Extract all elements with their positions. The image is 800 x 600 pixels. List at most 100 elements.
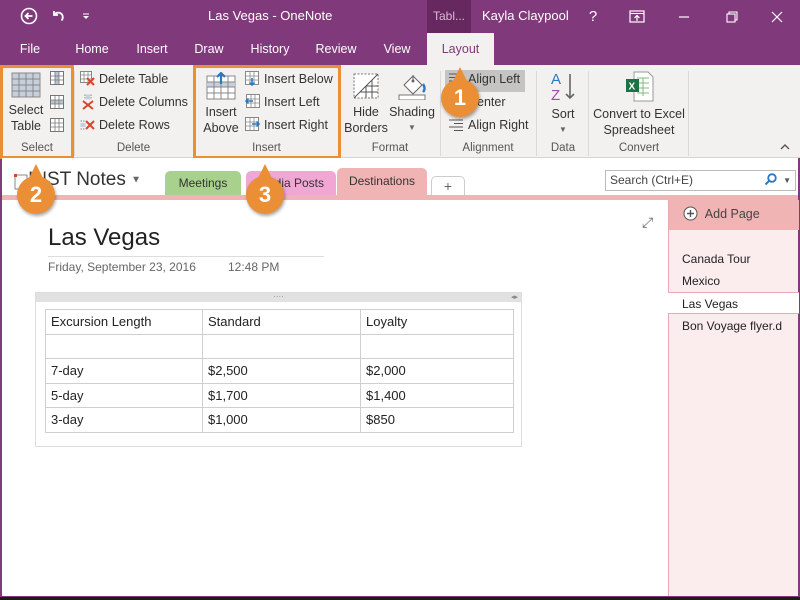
align-left-label: Align Left [468, 72, 521, 86]
table-resize-handle[interactable]: ◂▸ [511, 293, 518, 302]
insert-right-button[interactable]: Insert Right [245, 117, 328, 132]
insert-right-icon [245, 117, 260, 131]
table-cell[interactable]: $2,000 [360, 358, 514, 384]
table-cell[interactable]: $1,700 [202, 382, 361, 408]
delete-rows-button[interactable]: Delete Rows [80, 117, 170, 133]
table-container: ···· ◂▸ Excursion Length Standard Loyalt… [35, 292, 522, 447]
page-item-mexico[interactable]: Mexico [669, 270, 799, 292]
tab-draw[interactable]: Draw [189, 33, 229, 65]
table-row: 5-day $1,700 $1,400 [45, 382, 514, 408]
convert-label-2: Spreadsheet [603, 123, 675, 137]
tab-insert[interactable]: Insert [130, 33, 174, 65]
delete-columns-label: Delete Columns [99, 95, 188, 109]
group-label-format: Format [371, 142, 409, 154]
undo-icon[interactable] [50, 6, 66, 26]
hide-borders-button[interactable]: Hide Borders [343, 72, 389, 136]
table-cell[interactable] [360, 333, 514, 359]
customize-qat-icon[interactable] [80, 6, 92, 26]
notebook-dropdown-icon[interactable]: ▼ [131, 174, 141, 185]
tab-file[interactable]: File [8, 33, 52, 65]
shading-button[interactable]: Shading ▼ [389, 72, 435, 136]
select-row-button[interactable] [50, 95, 64, 109]
page-title[interactable]: Las Vegas [48, 224, 160, 252]
table-cell[interactable]: Excursion Length [45, 309, 203, 335]
convert-to-excel-button[interactable]: X Convert to Excel Spreadsheet [592, 70, 686, 138]
add-section-button[interactable]: + [431, 176, 465, 196]
expand-icon[interactable]: ⤢ [642, 214, 653, 231]
table-cell[interactable]: 3-day [45, 407, 203, 433]
convert-label-1: Convert to Excel [593, 107, 685, 121]
user-name[interactable]: Kayla Claypool [482, 8, 569, 23]
delete-columns-button[interactable]: Delete Columns [80, 94, 188, 110]
minimize-icon[interactable] [664, 0, 704, 33]
table-cell[interactable]: 7-day [45, 358, 203, 384]
excel-icon: X [626, 71, 654, 102]
separator [74, 71, 75, 156]
insert-below-label: Insert Below [264, 71, 333, 86]
help-button[interactable]: ? [573, 0, 613, 33]
back-icon[interactable] [19, 6, 39, 26]
select-table-button[interactable]: Select Table [6, 72, 46, 134]
sort-dropdown-icon[interactable]: ▼ [540, 122, 586, 138]
hide-borders-icon [353, 73, 379, 99]
add-page-button[interactable]: Add Page [669, 200, 799, 230]
align-right-label: Align Right [468, 118, 529, 132]
section-tab-meetings[interactable]: Meetings [165, 171, 241, 195]
search-icon[interactable] [764, 173, 777, 192]
close-icon[interactable] [757, 0, 797, 33]
table-cell[interactable]: 5-day [45, 382, 203, 408]
separator [193, 71, 194, 156]
select-cell-button[interactable] [50, 118, 64, 132]
table-move-handle[interactable]: ···· [36, 293, 521, 302]
align-right-button[interactable]: Align Right [448, 118, 528, 132]
delete-rows-label: Delete Rows [99, 118, 170, 132]
delete-table-label: Delete Table [99, 72, 169, 86]
insert-below-button[interactable]: Insert Below [245, 71, 333, 86]
title-bar: Las Vegas - OneNote Tabl... Kayla Claypo… [0, 0, 800, 33]
section-tab-destinations[interactable]: Destinations [337, 168, 427, 198]
delete-table-button[interactable]: Delete Table [80, 71, 168, 87]
ribbon-display-icon[interactable] [617, 0, 657, 33]
table-cell[interactable]: $850 [360, 407, 514, 433]
table-cell[interactable]: $1,400 [360, 382, 514, 408]
separator [536, 71, 537, 156]
sort-button[interactable]: AZ Sort ▼ [540, 70, 586, 138]
search-placeholder: Search (Ctrl+E) [610, 173, 694, 187]
table-cell[interactable] [45, 333, 203, 359]
table-cell[interactable] [202, 333, 361, 359]
page-item-bon-voyage-flyer[interactable]: Bon Voyage flyer.d [669, 315, 799, 337]
page-item-las-vegas[interactable]: Las Vegas [668, 292, 799, 314]
insert-left-label: Insert Left [264, 94, 320, 109]
table-row: 3-day $1,000 $850 [45, 407, 514, 433]
select-column-icon [50, 71, 64, 85]
insert-right-label: Insert Right [264, 117, 328, 132]
search-scope-dropdown-icon[interactable]: ▼ [783, 171, 791, 190]
table-cell[interactable]: Standard [202, 309, 361, 335]
context-tab-table-tools[interactable]: Tabl... [427, 0, 471, 33]
tab-home[interactable]: Home [70, 33, 114, 65]
group-label-select: Select [21, 142, 53, 154]
svg-text:Z: Z [551, 87, 560, 102]
insert-left-icon [245, 94, 260, 108]
select-column-button[interactable] [50, 71, 64, 85]
insert-left-button[interactable]: Insert Left [245, 94, 320, 109]
insert-above-icon [206, 71, 236, 100]
page-canvas[interactable]: ⤢ Las Vegas Friday, September 23, 2016 1… [2, 200, 668, 596]
restore-icon[interactable] [712, 0, 752, 33]
table-cell[interactable]: Loyalty [360, 309, 514, 335]
shading-dropdown-icon[interactable]: ▼ [389, 120, 435, 136]
collapse-ribbon-icon[interactable] [780, 143, 790, 154]
search-input[interactable]: Search (Ctrl+E) ▼ [605, 170, 796, 191]
separator [440, 71, 441, 156]
select-table-label-2: Table [11, 119, 41, 133]
tab-view[interactable]: View [376, 33, 418, 65]
hide-borders-label-2: Borders [344, 121, 388, 135]
insert-above-button[interactable]: Insert Above [200, 71, 242, 136]
table-cell[interactable]: $2,500 [202, 358, 361, 384]
tab-review[interactable]: Review [312, 33, 360, 65]
page-item-canada-tour[interactable]: Canada Tour [669, 248, 799, 270]
tab-layout[interactable]: Layout [427, 33, 494, 65]
tab-history[interactable]: History [244, 33, 296, 65]
table-cell[interactable]: $1,000 [202, 407, 361, 433]
delete-columns-icon [82, 94, 94, 110]
